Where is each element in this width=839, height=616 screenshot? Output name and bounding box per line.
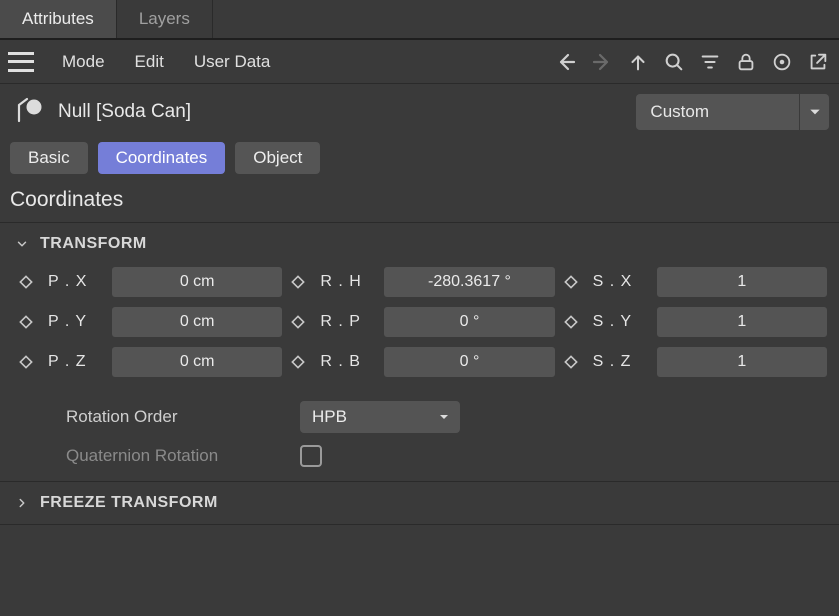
subtab-basic[interactable]: Basic <box>10 142 88 174</box>
param-label-sx: S . X <box>593 273 649 291</box>
toolbar-icons <box>553 49 831 75</box>
menu-mode[interactable]: Mode <box>50 48 117 76</box>
mode-dropdown-label: Custom <box>636 96 799 128</box>
section-title: Coordinates <box>0 184 839 223</box>
transform-params: P . X P . Y P . Z R . H R . P R . B <box>0 265 839 387</box>
chevron-down-icon <box>799 94 829 130</box>
rotation-order-value: HPB <box>300 403 428 431</box>
keyframe-diamond-icon[interactable] <box>18 314 34 330</box>
param-label-pz: P . Z <box>48 353 104 371</box>
position-col: P . X P . Y P . Z <box>18 267 282 377</box>
tab-attributes[interactable]: Attributes <box>0 0 117 38</box>
chevron-right-icon <box>14 495 30 511</box>
input-scale-x[interactable] <box>657 267 827 297</box>
subtab-object[interactable]: Object <box>235 142 320 174</box>
input-position-x[interactable] <box>112 267 282 297</box>
transform-options: Rotation Order HPB Quaternion Rotation <box>0 387 839 481</box>
null-object-icon <box>10 94 46 130</box>
input-rotation-p[interactable] <box>384 307 554 337</box>
keyframe-diamond-icon[interactable] <box>563 274 579 290</box>
group-freeze-header[interactable]: FREEZE TRANSFORM <box>0 482 839 524</box>
input-position-y[interactable] <box>112 307 282 337</box>
param-label-rh: R . H <box>320 273 376 291</box>
keyframe-diamond-icon[interactable] <box>290 274 306 290</box>
rotation-col: R . H R . P R . B <box>290 267 554 377</box>
input-rotation-h[interactable] <box>384 267 554 297</box>
keyframe-diamond-icon[interactable] <box>18 354 34 370</box>
subtab-coordinates[interactable]: Coordinates <box>98 142 226 174</box>
input-scale-y[interactable] <box>657 307 827 337</box>
mode-dropdown[interactable]: Custom <box>636 94 829 130</box>
group-freeze-label: FREEZE TRANSFORM <box>40 494 218 512</box>
group-transform-header[interactable]: TRANSFORM <box>0 223 839 265</box>
keyframe-diamond-icon[interactable] <box>563 314 579 330</box>
keyframe-diamond-icon[interactable] <box>290 314 306 330</box>
object-header: Null [Soda Can] Custom <box>0 84 839 136</box>
quaternion-rotation-label: Quaternion Rotation <box>66 446 286 466</box>
keyframe-diamond-icon[interactable] <box>563 354 579 370</box>
input-rotation-b[interactable] <box>384 347 554 377</box>
forward-icon <box>589 49 615 75</box>
rotation-order-label: Rotation Order <box>66 407 286 427</box>
param-label-px: P . X <box>48 273 104 291</box>
keyframe-diamond-icon[interactable] <box>290 354 306 370</box>
popout-icon[interactable] <box>805 49 831 75</box>
quaternion-rotation-checkbox[interactable] <box>300 445 322 467</box>
back-icon[interactable] <box>553 49 579 75</box>
group-transform-label: TRANSFORM <box>40 235 147 253</box>
scale-col: S . X S . Y S . Z <box>563 267 827 377</box>
filter-icon[interactable] <box>697 49 723 75</box>
lock-icon[interactable] <box>733 49 759 75</box>
attribute-menubar: Mode Edit User Data <box>0 40 839 84</box>
tab-layers[interactable]: Layers <box>117 0 213 38</box>
panel-tabs: Attributes Layers <box>0 0 839 40</box>
keyframe-diamond-icon[interactable] <box>18 274 34 290</box>
target-icon[interactable] <box>769 49 795 75</box>
param-label-py: P . Y <box>48 313 104 331</box>
param-label-sz: S . Z <box>593 353 649 371</box>
object-name: Null [Soda Can] <box>58 101 191 123</box>
subtab-row: Basic Coordinates Object <box>0 136 839 184</box>
menu-user-data[interactable]: User Data <box>182 48 283 76</box>
param-label-rp: R . P <box>320 313 376 331</box>
search-icon[interactable] <box>661 49 687 75</box>
up-level-icon[interactable] <box>625 49 651 75</box>
input-scale-z[interactable] <box>657 347 827 377</box>
hamburger-menu-icon[interactable] <box>8 52 34 72</box>
menu-edit[interactable]: Edit <box>123 48 176 76</box>
input-position-z[interactable] <box>112 347 282 377</box>
param-label-sy: S . Y <box>593 313 649 331</box>
param-label-rb: R . B <box>320 353 376 371</box>
chevron-down-icon <box>428 401 460 433</box>
separator <box>0 524 839 525</box>
rotation-order-combo[interactable]: HPB <box>300 401 460 433</box>
chevron-down-icon <box>14 236 30 252</box>
